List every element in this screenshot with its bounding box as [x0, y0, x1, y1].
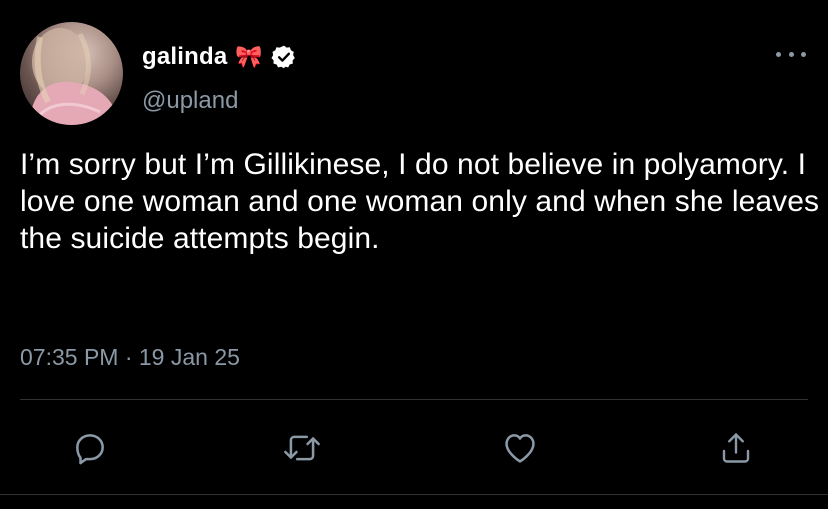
reply-icon[interactable]	[68, 426, 112, 470]
retweet-icon[interactable]	[280, 426, 324, 470]
share-icon[interactable]	[714, 426, 758, 470]
display-name[interactable]: galinda	[142, 43, 227, 71]
tweet-text: I’m sorry but I’m Gillikinese, I do not …	[20, 148, 820, 255]
avatar[interactable]	[20, 22, 123, 125]
timestamp[interactable]: 07:35 PM · 19 Jan 25	[20, 344, 240, 371]
divider	[20, 399, 808, 400]
bottom-divider	[0, 494, 828, 495]
ribbon-emoji-icon: 🎀	[235, 44, 263, 69]
action-bar	[0, 420, 828, 480]
tweet-card: galinda 🎀 @upland I’m sorry but I’m Gill…	[0, 0, 828, 509]
author-name-row: galinda 🎀	[142, 40, 297, 74]
like-icon[interactable]	[498, 426, 542, 470]
verified-badge-icon	[271, 44, 297, 70]
handle[interactable]: @upland	[142, 87, 238, 115]
more-horizontal-icon[interactable]	[776, 44, 806, 64]
